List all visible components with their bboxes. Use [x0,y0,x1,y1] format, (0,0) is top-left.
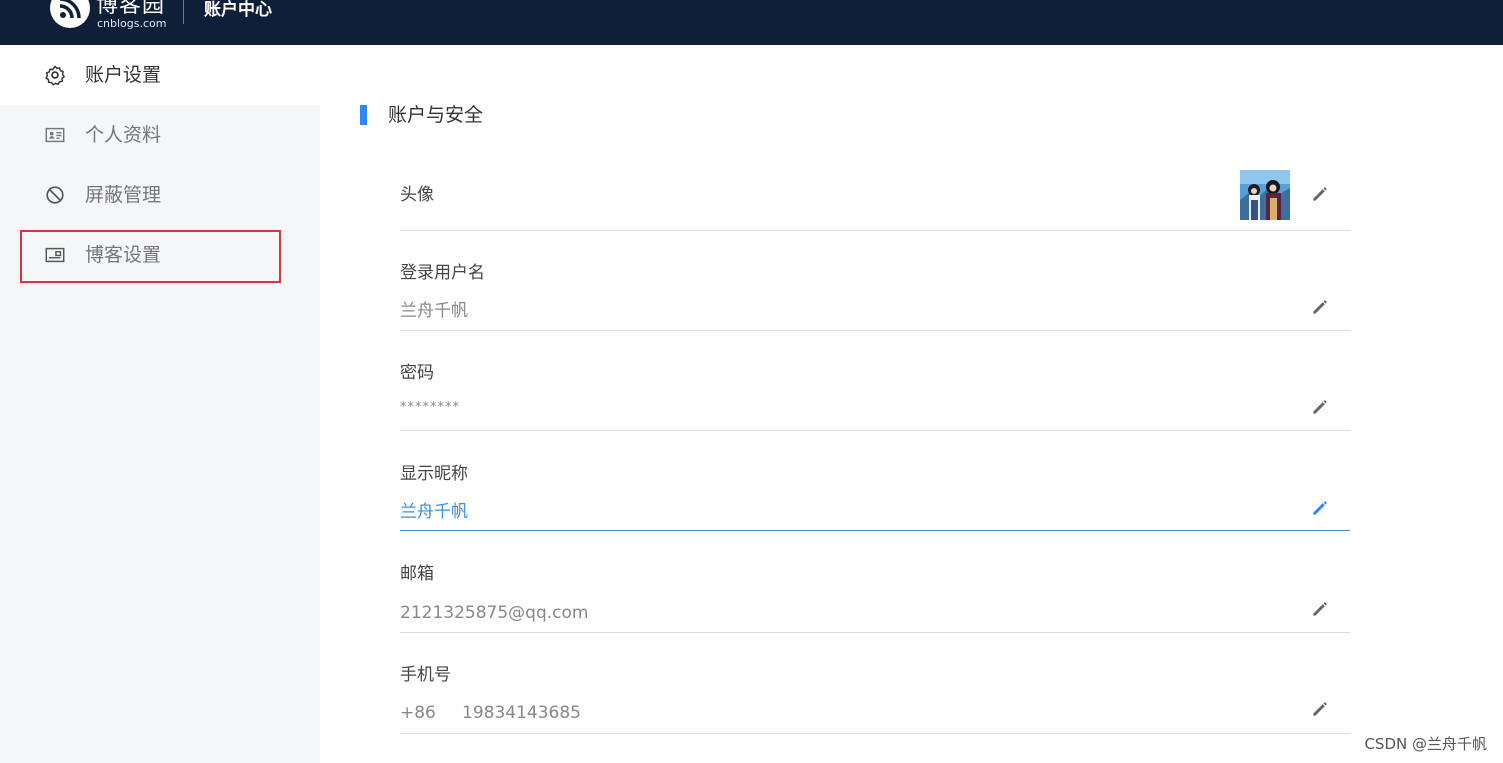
edit-avatar-button[interactable] [1310,184,1330,204]
avatar-row: 头像 [400,170,1350,231]
sidebar-item-label: 屏蔽管理 [85,184,162,206]
sidebar-item-label: 账户设置 [85,64,162,86]
sidebar-item-label: 个人资料 [85,124,162,146]
field-label: 邮箱 [400,564,434,584]
field-label: 密码 [400,363,434,383]
header-divider [183,0,184,24]
blog-card-icon [45,247,65,263]
pencil-icon [1313,187,1327,201]
field-label: 头像 [400,185,434,205]
sidebar: 账户设置 个人资料 屏蔽管理 博客设置 [0,45,320,763]
field-label: 登录用户名 [400,263,485,283]
avatar[interactable] [1240,170,1290,220]
pencil-icon [1313,702,1327,716]
sidebar-item-label: 博客设置 [85,244,162,266]
section-title: 账户与安全 [388,104,484,126]
account-center-title[interactable]: 账户中心 [204,0,272,20]
section-accent-bar [360,105,367,125]
pencil-icon [1313,602,1327,616]
password-value: ******** [400,400,460,415]
edit-username-button[interactable] [1310,297,1330,317]
phone-number: 19834143685 [462,703,581,723]
sidebar-item-profile[interactable]: 个人资料 [0,105,320,165]
pencil-icon [1313,501,1327,515]
brand-name: 博客园 [96,0,166,18]
password-row: 密码 ******** [400,331,1350,431]
pencil-icon [1313,400,1327,414]
sidebar-item-blog-settings[interactable]: 博客设置 [0,225,320,285]
nickname-row: 显示昵称 兰舟千帆 [400,431,1350,531]
edit-email-button[interactable] [1310,599,1330,619]
sidebar-item-block-management[interactable]: 屏蔽管理 [0,165,320,225]
phone-row: 手机号 +86 19834143685 [400,633,1350,734]
email-row: 邮箱 2121325875@qq.com [400,531,1350,633]
username-row: 登录用户名 兰舟千帆 [400,231,1350,331]
edit-password-button[interactable] [1310,397,1330,417]
field-label: 手机号 [400,665,451,685]
avatar-image [1240,170,1290,220]
top-header-bar: 博客园 cnblogs.com 账户中心 [0,0,1503,45]
csdn-watermark: CSDN @兰舟千帆 [1364,735,1487,753]
id-card-icon [45,127,65,143]
gear-icon [45,65,65,86]
nickname-value[interactable]: 兰舟千帆 [400,501,468,523]
field-label: 显示昵称 [400,464,468,484]
phone-country-code: +86 [400,703,436,723]
email-value: 2121325875@qq.com [400,603,589,623]
brand-domain: cnblogs.com [97,17,167,30]
edit-nickname-button[interactable] [1310,498,1330,518]
rss-feed-icon [59,0,81,19]
cnblogs-logo[interactable] [50,0,90,28]
username-value: 兰舟千帆 [400,301,468,321]
sidebar-item-account-settings[interactable]: 账户设置 [0,45,320,105]
block-icon [46,186,64,204]
edit-phone-button[interactable] [1310,699,1330,719]
pencil-icon [1313,300,1327,314]
